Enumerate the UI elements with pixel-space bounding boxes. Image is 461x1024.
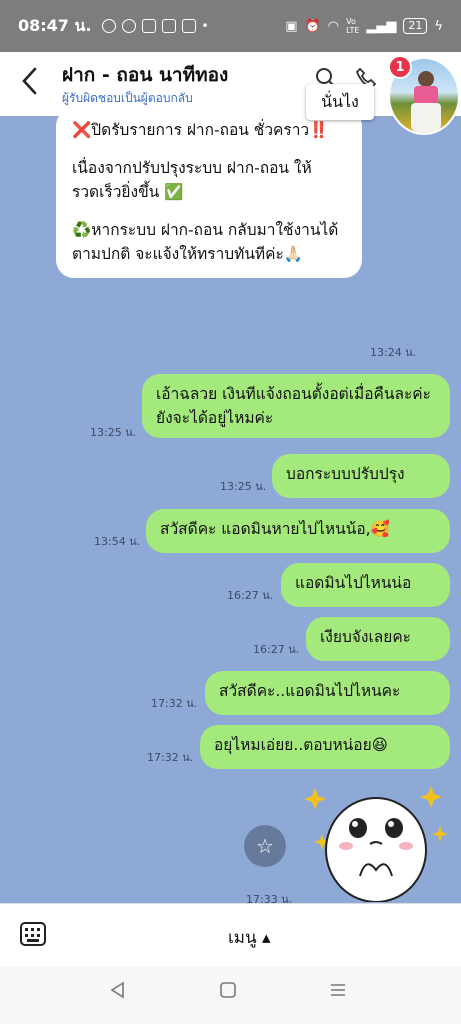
outgoing-message[interactable]: สวัสดีคะ แอดมินหายไปไหนน้อ,🥰 [146, 509, 450, 553]
nav-recents-button[interactable] [326, 981, 350, 1005]
avatar-skirt [411, 103, 441, 133]
signal-icon: ▂▄▆ [366, 18, 397, 34]
volte-icon: Vo LTE [346, 17, 360, 35]
message-time: 13:25 น. [90, 426, 137, 439]
battery-icon: 21 [403, 18, 428, 34]
dot-icon: • [201, 19, 209, 33]
message-time: 13:54 น. [94, 535, 141, 548]
charging-icon: ϟ [434, 18, 443, 34]
message-text: เงียบจังเลยคะ [320, 628, 412, 646]
nav-back-button[interactable] [106, 981, 130, 1005]
outgoing-message[interactable]: บอกระบบปรับปรุง [272, 454, 450, 498]
keyboard-button[interactable] [20, 922, 46, 946]
sticker-favorite-button[interactable]: ☆ [244, 825, 286, 867]
sticker-image[interactable] [300, 784, 450, 902]
nfc-icon: ▣ [285, 18, 298, 34]
chat-subtitle: ผู้รับผิดชอบเป็นผู้ตอบกลับ [62, 91, 193, 105]
message-time: 16:27 น. [253, 643, 300, 656]
message-time: 13:25 น. [220, 480, 267, 493]
incoming-message-announcement[interactable]: ❌ปิดรับรายการ ฝาก-ถอน ชั่วคราว‼️ เนื่องจ… [56, 116, 362, 278]
bottom-bar: เมนู ▴ [0, 903, 461, 967]
outgoing-message[interactable]: แอดมินไปไหนน่อ [281, 563, 450, 607]
menu-button[interactable]: เมนู ▴ [228, 924, 271, 951]
avatar-shirt [414, 86, 438, 104]
message-time: 17:33 น. [246, 893, 293, 903]
message-time: 17:32 น. [151, 697, 198, 710]
chat-title: ฝาก - ถอน นาทีทอง [62, 64, 229, 86]
outgoing-message[interactable]: สวัสดีคะ..แอดมินไปไหนคะ [205, 671, 450, 715]
chat-icon [161, 19, 176, 33]
tooltip: นั่นไง [306, 84, 374, 120]
message-text: บอกระบบปรับปรุง [286, 465, 405, 483]
chevron-left-icon [22, 67, 37, 95]
outgoing-message[interactable]: เงียบจังเลยคะ [306, 617, 450, 661]
message-text: แอดมินไปไหนน่อ [295, 574, 412, 592]
announcement-line-3: ♻️หากระบบ ฝาก-ถอน กลับมาใช้งานได้ตามปกติ… [72, 221, 339, 263]
system-nav-bar [0, 967, 461, 1024]
message-text: อยุไหมเอ่ยย..ตอบหน่อย😆 [214, 736, 388, 754]
message-text: สวัสดีคะ แอดมินหายไปไหนน้อ,🥰 [160, 520, 390, 538]
notification-badge: 1 [388, 55, 412, 79]
triangle-back-icon [110, 981, 124, 999]
announcement-line-1: ❌ปิดรับรายการ ฝาก-ถอน ชั่วคราว‼️ [72, 121, 329, 139]
messenger-icon [101, 19, 116, 33]
message-text: เอ้าฉลวย เงินทีแจ้งถอนตั้งอต่เมื่อคืนละค… [156, 385, 432, 427]
message-time: 17:32 น. [147, 751, 194, 764]
status-bar: 08:47 น. • ▣ ⏰ ◠ Vo LTE ▂▄▆ 21 ϟ [0, 0, 461, 52]
square-home-icon [220, 982, 236, 998]
message-time: 16:27 น. [227, 589, 274, 602]
back-button[interactable] [20, 66, 50, 100]
wifi-icon: ◠ [327, 18, 340, 34]
app-icon [181, 19, 196, 33]
alarm-icon: ⏰ [304, 18, 321, 34]
outgoing-message[interactable]: เอ้าฉลวย เงินทีแจ้งถอนตั้งอต่เมื่อคืนละค… [142, 374, 450, 438]
message-time: 13:24 น. [370, 346, 417, 359]
recents-icon [331, 984, 345, 996]
chat-area[interactable]: ❌ปิดรับรายการ ฝาก-ถอน ชั่วคราว‼️ เนื่องจ… [0, 116, 461, 903]
message-text: สวัสดีคะ..แอดมินไปไหนคะ [219, 682, 401, 700]
notification-icons: • [101, 19, 209, 33]
nav-home-button[interactable] [216, 981, 240, 1005]
system-icons: ▣ ⏰ ◠ Vo LTE ▂▄▆ 21 ϟ [285, 17, 443, 35]
avatar-head [418, 71, 434, 87]
outgoing-message[interactable]: อยุไหมเอ่ยย..ตอบหน่อย😆 [200, 725, 450, 769]
status-time: 08:47 น. [18, 15, 92, 35]
line-icon [121, 19, 136, 33]
line-app-icon [141, 19, 156, 33]
announcement-line-2: เนื่องจากปรับปรุงระบบ ฝาก-ถอน ให้รวดเร็ว… [72, 159, 312, 201]
star-icon: ☆ [256, 834, 274, 858]
